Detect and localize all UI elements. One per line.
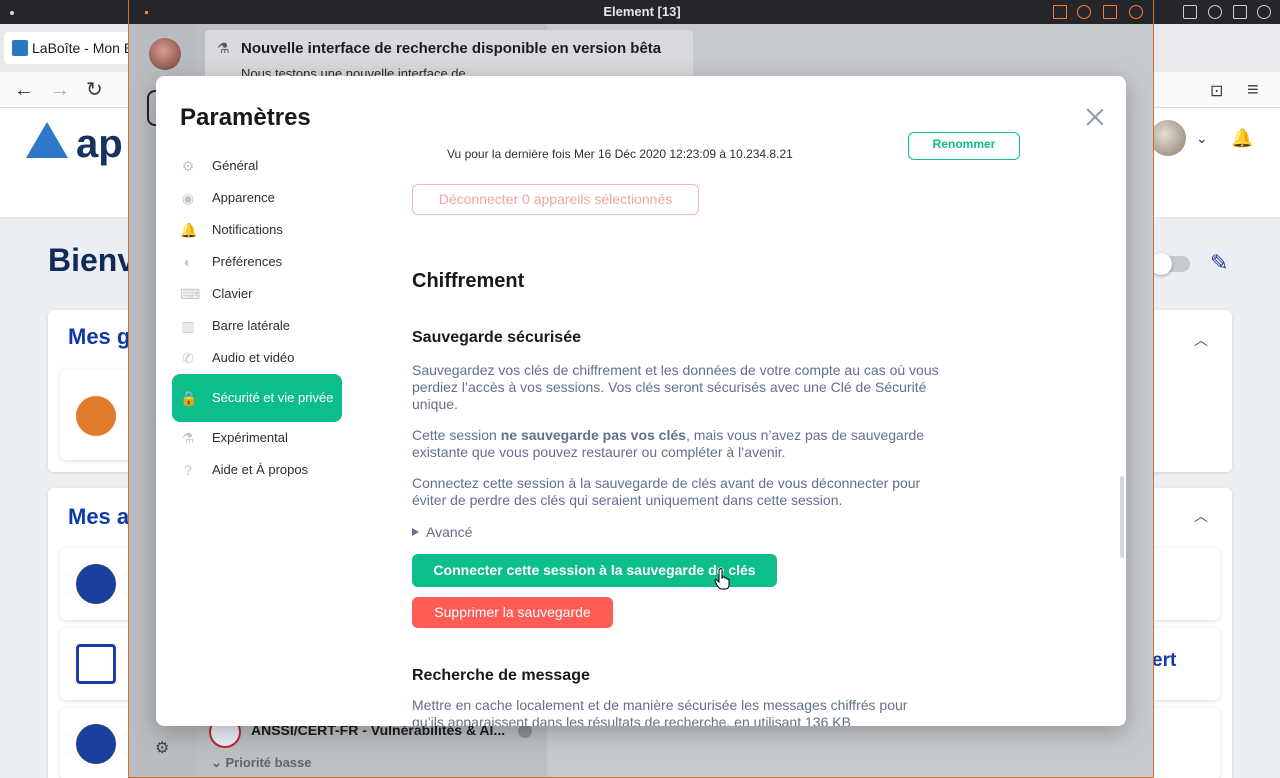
user-avatar[interactable] (149, 38, 181, 70)
menu-icon[interactable]: ≡ (1247, 78, 1259, 102)
disconnect-sessions-button[interactable]: Déconnecter 0 appareils sélectionnés (412, 184, 699, 215)
gear-icon: ⚙ (181, 158, 195, 174)
advanced-disclosure[interactable]: Avancé (412, 524, 472, 540)
settings-dialog: Paramètres ⚙ Général ◉ Apparence 🔔 Notifica… (156, 76, 1126, 726)
dialog-title: Paramètres (180, 104, 311, 131)
welcome-heading: Bienv (48, 242, 136, 278)
message-search-heading: Recherche de message (412, 667, 590, 684)
minimize-icon[interactable] (1183, 5, 1197, 19)
flask-icon: ⚗ (217, 40, 230, 56)
element-titlebar: Element [13] (129, 0, 1153, 24)
backup-description: Sauvegardez vos clés de chiffrement et l… (412, 362, 939, 412)
keyboard-icon: ⌨ (180, 286, 201, 302)
room-badge (518, 724, 532, 738)
forward-icon[interactable]: → (50, 78, 70, 102)
nav-item-notifications[interactable]: 🔔 Notifications (172, 214, 342, 246)
nav-label: Barre latérale (212, 318, 291, 333)
nav-label: Préférences (212, 254, 283, 269)
disclosure-triangle-icon (412, 528, 419, 536)
nav-label: Audio et vidéo (212, 350, 295, 365)
nav-label: Clavier (212, 286, 253, 301)
nav-item-appearance[interactable]: ◉ Apparence (172, 182, 342, 214)
backup-status-pre: Cette session (412, 427, 501, 443)
pocket-icon[interactable]: ⊡ (1210, 80, 1223, 104)
toggle-icon: ◐ (183, 254, 193, 270)
delete-backup-button[interactable]: Supprimer la sauvegarde (412, 597, 613, 628)
nav-label: Aide et À propos (212, 462, 309, 477)
card-title: Mes g (68, 324, 131, 349)
chevron-up-icon[interactable]: ︿ (1194, 506, 1208, 526)
maximize-icon[interactable] (1077, 5, 1091, 19)
message-search-description: Mettre en cache localement et de manière… (412, 697, 908, 726)
close-icon[interactable] (1129, 5, 1143, 19)
help-icon: ? (184, 462, 192, 478)
encryption-heading: Chiffrement (412, 270, 525, 292)
lock-icon: 🔒 (180, 390, 198, 406)
nav-item-labs[interactable]: ⚗ Expérimental (172, 422, 342, 454)
nav-item-preferences[interactable]: ◐ Préférences (172, 246, 342, 278)
logo-text: ap (76, 122, 123, 166)
tab-title: LaBoîte - Mon E (32, 40, 134, 56)
scrollbar[interactable] (1120, 476, 1124, 558)
nav-label: Apparence (212, 190, 275, 205)
close-icon[interactable] (1257, 5, 1271, 19)
user-avatar[interactable] (1150, 120, 1186, 156)
activities-dot[interactable] (10, 11, 14, 15)
bell-icon: 🔔 (180, 222, 198, 238)
beta-banner[interactable]: ⚗ Nouvelle interface de recherche dispon… (205, 30, 693, 82)
reload-icon[interactable]: ↻ (86, 78, 103, 102)
session-last-seen: Vu pour la dernière fois Mer 16 Déc 2020… (447, 147, 793, 161)
rename-button[interactable]: Renommer (908, 132, 1020, 160)
nav-label: Expérimental (212, 430, 288, 445)
nav-label: Sécurité et vie privée (212, 390, 334, 405)
beta-title: Nouvelle interface de recherche disponib… (241, 40, 662, 57)
shield-icon (76, 396, 116, 436)
backup-status: Cette session ne sauvegarde pas vos clés… (412, 427, 952, 461)
favicon-icon (12, 40, 28, 56)
advanced-label: Avancé (426, 524, 473, 540)
nav-item-voip[interactable]: ✆ Audio et vidéo (172, 342, 342, 374)
priority-label: Priorité basse (225, 755, 312, 770)
priority-section[interactable]: ⌄ Priorité basse (211, 755, 312, 771)
user-icon (76, 724, 116, 764)
backup-advice: Connectez cette session à la sauvegarde … (412, 475, 921, 508)
nav-item-general[interactable]: ⚙ Général (172, 150, 342, 182)
nav-item-keyboard[interactable]: ⌨ Clavier (172, 278, 342, 310)
phone-icon: ✆ (182, 350, 194, 366)
video-icon (76, 644, 116, 684)
nav-label: Notifications (212, 222, 283, 237)
chevron-down-icon[interactable]: ⌄ (1196, 130, 1208, 147)
tile-icon[interactable] (1233, 5, 1247, 19)
minimize-icon[interactable] (1053, 5, 1067, 19)
nav-item-sidebar[interactable]: ▥ Barre latérale (172, 310, 342, 342)
tile-icon[interactable] (1103, 5, 1117, 19)
secure-backup-heading: Sauvegarde sécurisée (412, 329, 581, 346)
settings-content: Renommer Vu pour la dernière fois Mer 16… (412, 76, 1112, 726)
backup-status-bold: ne sauvegarde pas vos clés (500, 427, 686, 443)
sidebar-icon: ▥ (181, 318, 195, 334)
hand-cursor-icon (714, 568, 730, 590)
browser-tab[interactable]: LaBoîte - Mon E (4, 32, 138, 64)
window-title: Element [13] (603, 4, 681, 19)
eye-icon: ◉ (181, 190, 195, 206)
calendar-icon (76, 564, 116, 604)
window-menu-dot[interactable] (145, 11, 148, 14)
card-title: Mes a (68, 504, 130, 529)
toggle-switch[interactable] (1150, 253, 1190, 275)
gear-icon[interactable]: ⚙ (155, 738, 169, 758)
tile-label: ert (1152, 650, 1177, 671)
logo-icon (26, 122, 68, 158)
back-icon[interactable]: ← (14, 78, 34, 102)
nav-item-security[interactable]: 🔒 Sécurité et vie privée (172, 374, 342, 422)
chevron-up-icon[interactable]: ︿ (1194, 330, 1208, 350)
pencil-icon[interactable]: ✎ (1210, 250, 1228, 276)
settings-nav: ⚙ Général ◉ Apparence 🔔 Notifications ◐ Préf… (172, 150, 342, 486)
flask-icon: ⚗ (181, 430, 195, 446)
nav-item-help[interactable]: ? Aide et À propos (172, 454, 342, 486)
bell-icon[interactable]: 🔔 (1231, 128, 1253, 149)
nav-label: Général (212, 158, 259, 173)
maximize-icon[interactable] (1208, 5, 1222, 19)
